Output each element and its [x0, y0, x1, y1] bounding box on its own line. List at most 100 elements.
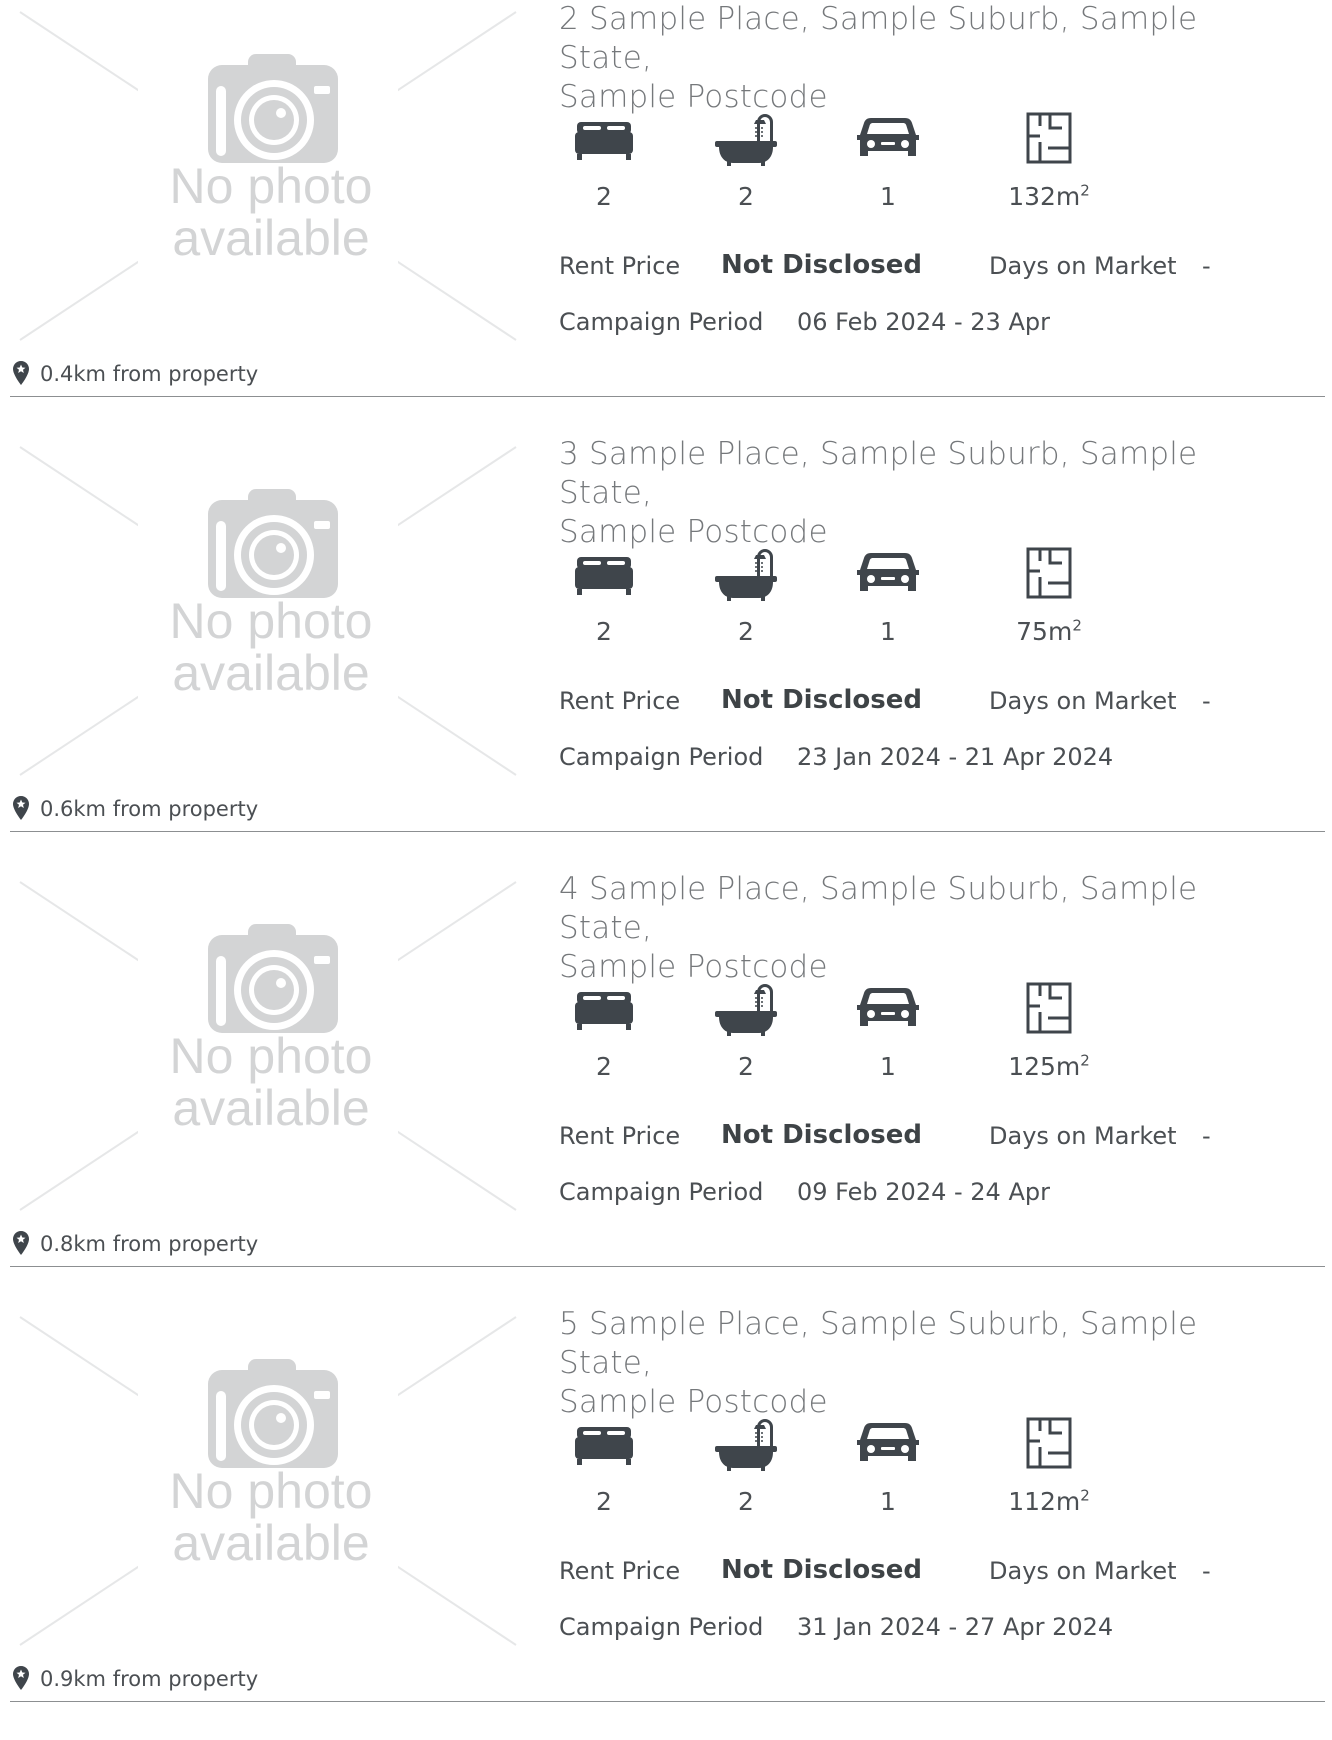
distance-text: 0.4km from property: [40, 362, 259, 386]
listing-divider: [10, 831, 1325, 832]
floorplan-icon: [1004, 108, 1094, 168]
address-line-1: 3 Sample Place, Sample Suburb, Sample St…: [559, 436, 1198, 511]
rent-price-value: Not Disclosed: [721, 250, 922, 280]
campaign-period-label: Campaign Period: [559, 1178, 764, 1206]
floorplan-icon: [1004, 1413, 1094, 1473]
floor-area-unit-superscript: 2: [1080, 181, 1090, 200]
location-pin-icon: [12, 360, 30, 391]
bed-icon: [559, 1413, 649, 1473]
campaign-period-label: Campaign Period: [559, 308, 764, 336]
distance-text: 0.6km from property: [40, 797, 259, 821]
rent-price-label: Rent Price: [559, 252, 681, 280]
bed-icon: [559, 543, 649, 603]
listing-divider: [10, 1701, 1325, 1702]
campaign-period-value: 31 Jan 2024 - 27 Apr 2024: [797, 1613, 1114, 1641]
days-on-market-value: -: [1202, 1557, 1211, 1585]
listing-divider: [10, 1266, 1325, 1267]
bedrooms: 2: [559, 978, 649, 1088]
no-photo-line1: No photo: [170, 593, 373, 649]
rent-price-label: Rent Price: [559, 1122, 681, 1150]
camera-icon: [208, 489, 338, 598]
listing-address[interactable]: 4 Sample Place, Sample Suburb, Sample St…: [559, 870, 1299, 987]
listing-card: No photo available 4 Sample Place, Sampl…: [0, 870, 1332, 1305]
floor-area-value: 132m2: [1004, 182, 1094, 211]
floor-area-value: 125m2: [1004, 1052, 1094, 1081]
no-photo-line2: available: [172, 645, 369, 701]
bathrooms: 2: [701, 543, 791, 653]
car-spaces: 1: [843, 543, 933, 653]
property-features: 2: [559, 978, 1119, 1088]
floor-area-value: 112m2: [1004, 1487, 1094, 1516]
bedrooms-count: 2: [596, 1487, 612, 1516]
bedrooms-count: 2: [596, 182, 612, 211]
floor-area-number: 132m: [1008, 182, 1081, 211]
floorplan-icon: [1004, 978, 1094, 1038]
listing-divider: [10, 396, 1325, 397]
rent-price-value: Not Disclosed: [721, 1120, 922, 1150]
no-photo-placeholder: No photo available: [18, 10, 518, 342]
floor-area-number: 125m: [1008, 1052, 1081, 1081]
rent-price-value: Not Disclosed: [721, 685, 922, 715]
car-spaces-count: 1: [880, 617, 896, 646]
car-icon: [843, 543, 933, 603]
bedrooms: 2: [559, 108, 649, 218]
bed-icon: [559, 978, 649, 1038]
campaign-period-value: 23 Jan 2024 - 21 Apr 2024: [797, 743, 1114, 771]
campaign-period-value: 06 Feb 2024 - 23 Apr: [797, 308, 1050, 336]
no-photo-placeholder: No photo available: [18, 445, 518, 777]
address-line-1: 4 Sample Place, Sample Suburb, Sample St…: [559, 871, 1198, 946]
days-on-market-value: -: [1202, 252, 1211, 280]
camera-icon: [208, 54, 338, 163]
bath-icon: [701, 108, 791, 168]
bathrooms-count: 2: [738, 182, 754, 211]
no-photo-line1: No photo: [170, 1028, 373, 1084]
listing-card: No photo available 2 Sample Place, Sampl…: [0, 0, 1332, 435]
car-icon: [843, 978, 933, 1038]
distance-text: 0.9km from property: [40, 1667, 259, 1691]
days-on-market-label: Days on Market: [989, 687, 1177, 715]
days-on-market-label: Days on Market: [989, 252, 1177, 280]
bathrooms-count: 2: [738, 1487, 754, 1516]
property-features: 2: [559, 1413, 1119, 1523]
floor-area: 125m2: [1004, 978, 1094, 1088]
no-photo-line2: available: [172, 1515, 369, 1571]
address-line-1: 2 Sample Place, Sample Suburb, Sample St…: [559, 1, 1198, 76]
listing-address[interactable]: 3 Sample Place, Sample Suburb, Sample St…: [559, 435, 1299, 552]
no-photo-placeholder: No photo available: [18, 880, 518, 1212]
no-photo-line1: No photo: [170, 158, 373, 214]
rent-price-label: Rent Price: [559, 1557, 681, 1585]
bath-icon: [701, 1413, 791, 1473]
car-icon: [843, 108, 933, 168]
location-pin-icon: [12, 1230, 30, 1261]
bedrooms: 2: [559, 543, 649, 653]
bathrooms-count: 2: [738, 1052, 754, 1081]
car-icon: [843, 1413, 933, 1473]
days-on-market-label: Days on Market: [989, 1122, 1177, 1150]
rent-price-label: Rent Price: [559, 687, 681, 715]
bathrooms-count: 2: [738, 617, 754, 646]
floor-area: 112m2: [1004, 1413, 1094, 1523]
bath-icon: [701, 978, 791, 1038]
floor-area-value: 75m2: [1004, 617, 1094, 646]
rent-price-value: Not Disclosed: [721, 1555, 922, 1585]
days-on-market-label: Days on Market: [989, 1557, 1177, 1585]
no-photo-placeholder: No photo available: [18, 1315, 518, 1647]
days-on-market-value: -: [1202, 1122, 1211, 1150]
campaign-period-label: Campaign Period: [559, 1613, 764, 1641]
bedrooms-count: 2: [596, 1052, 612, 1081]
car-spaces: 1: [843, 108, 933, 218]
bathrooms: 2: [701, 978, 791, 1088]
car-spaces: 1: [843, 978, 933, 1088]
listing-address[interactable]: 5 Sample Place, Sample Suburb, Sample St…: [559, 1305, 1299, 1422]
bedrooms: 2: [559, 1413, 649, 1523]
bed-icon: [559, 108, 649, 168]
floorplan-icon: [1004, 543, 1094, 603]
listing-card: No photo available 5 Sample Place, Sampl…: [0, 1305, 1332, 1740]
property-features: 2: [559, 108, 1119, 218]
camera-icon: [208, 924, 338, 1033]
location-pin-icon: [12, 795, 30, 826]
bathrooms: 2: [701, 1413, 791, 1523]
camera-icon: [208, 1359, 338, 1468]
floor-area-number: 112m: [1008, 1487, 1081, 1516]
listing-address[interactable]: 2 Sample Place, Sample Suburb, Sample St…: [559, 0, 1299, 117]
